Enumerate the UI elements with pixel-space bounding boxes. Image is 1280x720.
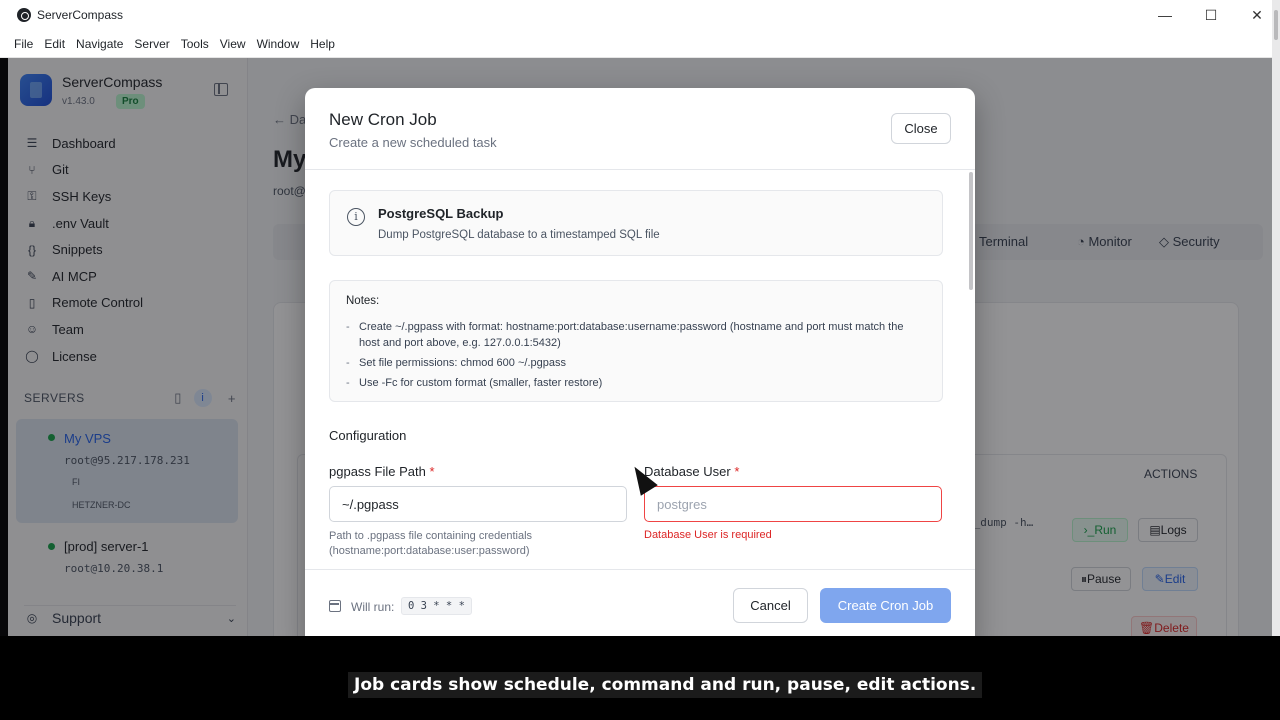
create-cron-job-button[interactable]: Create Cron Job: [820, 588, 951, 623]
notes-box: Notes: - Create ~/.pgpass with format: ho…: [329, 280, 943, 402]
menu-server[interactable]: Server: [134, 37, 169, 51]
db-user-label: Database User *: [644, 464, 740, 479]
dialog-subtitle: Create a new scheduled task: [329, 135, 497, 150]
minimize-button[interactable]: —: [1142, 0, 1188, 30]
pgpass-label: pgpass File Path *: [329, 464, 435, 479]
cron-expression: 0 3 * * *: [401, 597, 472, 615]
db-user-label-text: Database User: [644, 464, 731, 479]
app-logo-icon: [17, 8, 31, 22]
pgpass-help: Path to .pgpass file containing credenti…: [329, 530, 533, 557]
will-run-label: Will run:: [351, 600, 395, 614]
note-item: - Create ~/.pgpass with format: hostname:…: [346, 319, 926, 351]
close-button[interactable]: Close: [891, 113, 951, 144]
calendar-icon: [329, 600, 341, 612]
note-text: Create ~/.pgpass with format: hostname:p…: [359, 321, 904, 349]
cancel-button[interactable]: Cancel: [733, 588, 808, 623]
pgpass-path-input[interactable]: [329, 486, 627, 522]
configuration-heading: Configuration: [329, 428, 407, 443]
menu-window[interactable]: Window: [257, 37, 300, 51]
window-scrollbar[interactable]: [1272, 0, 1280, 636]
maximize-button[interactable]: ☐: [1188, 0, 1234, 30]
new-cron-job-dialog: New Cron Job Create a new scheduled task…: [305, 88, 975, 648]
note-item: - Set file permissions: chmod 600 ~/.pgpa…: [346, 355, 926, 371]
window-title: ServerCompass: [37, 8, 124, 22]
pgpass-label-text: pgpass File Path: [329, 464, 426, 479]
window-controls: — ☐ ✕: [1142, 0, 1280, 30]
template-description: Dump PostgreSQL database to a timestampe…: [378, 229, 660, 241]
menu-edit[interactable]: Edit: [44, 37, 65, 51]
menu-bar: File Edit Navigate Server Tools View Win…: [0, 30, 1272, 58]
window-titlebar: ServerCompass — ☐ ✕: [0, 0, 1280, 30]
menu-help[interactable]: Help: [310, 37, 335, 51]
template-card: i PostgreSQL Backup Dump PostgreSQL data…: [329, 190, 943, 256]
note-text: Set file permissions: chmod 600 ~/.pgpas…: [359, 357, 566, 369]
dialog-scrollbar[interactable]: [969, 172, 973, 290]
menu-navigate[interactable]: Navigate: [76, 37, 123, 51]
info-icon: i: [347, 208, 365, 226]
database-user-input[interactable]: [644, 486, 942, 522]
dialog-title: New Cron Job: [329, 110, 437, 129]
template-name: PostgreSQL Backup: [378, 206, 504, 221]
video-caption: Job cards show schedule, command and run…: [348, 672, 983, 698]
note-item: - Use -Fc for custom format (smaller, fas…: [346, 375, 926, 391]
caption-bar: Job cards show schedule, command and run…: [0, 636, 1280, 720]
menu-view[interactable]: View: [220, 37, 246, 51]
divider: [305, 169, 975, 170]
notes-title: Notes:: [346, 295, 380, 307]
menu-file[interactable]: File: [14, 37, 33, 51]
db-user-error: Database User is required: [644, 529, 772, 541]
menu-tools[interactable]: Tools: [181, 37, 209, 51]
note-text: Use -Fc for custom format (smaller, fast…: [359, 377, 603, 389]
